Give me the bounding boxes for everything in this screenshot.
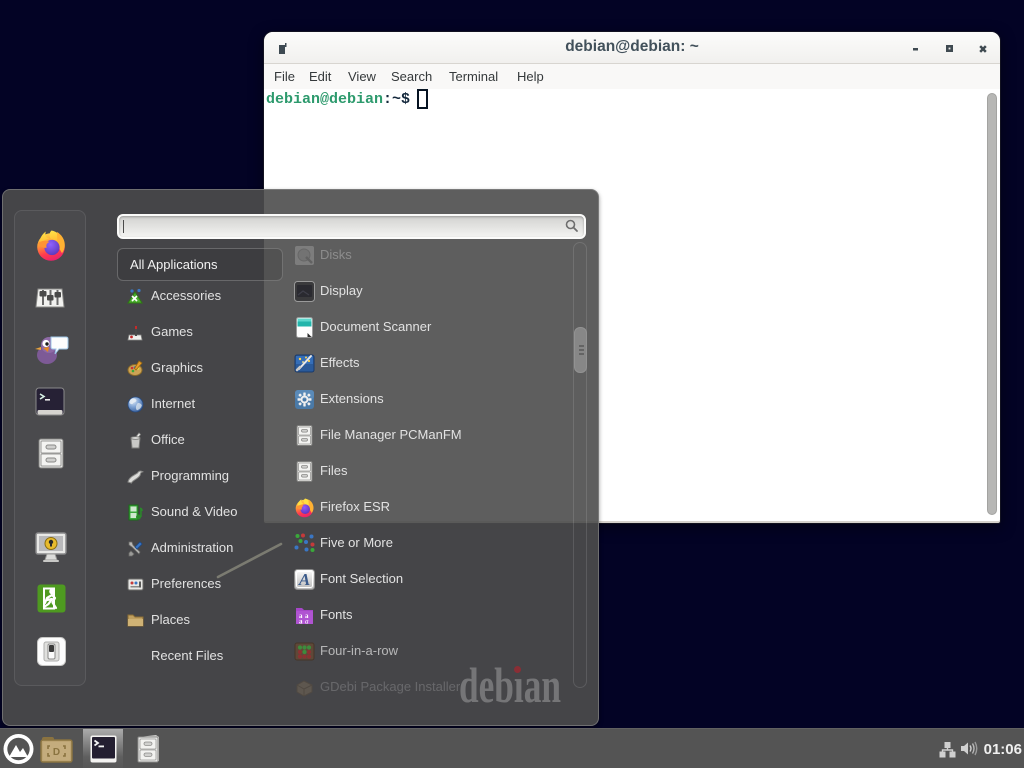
svg-text:A: A: [298, 570, 310, 589]
svg-text:a: a: [305, 618, 309, 626]
svg-text:D: D: [53, 747, 60, 758]
svg-text:a: a: [299, 618, 303, 626]
